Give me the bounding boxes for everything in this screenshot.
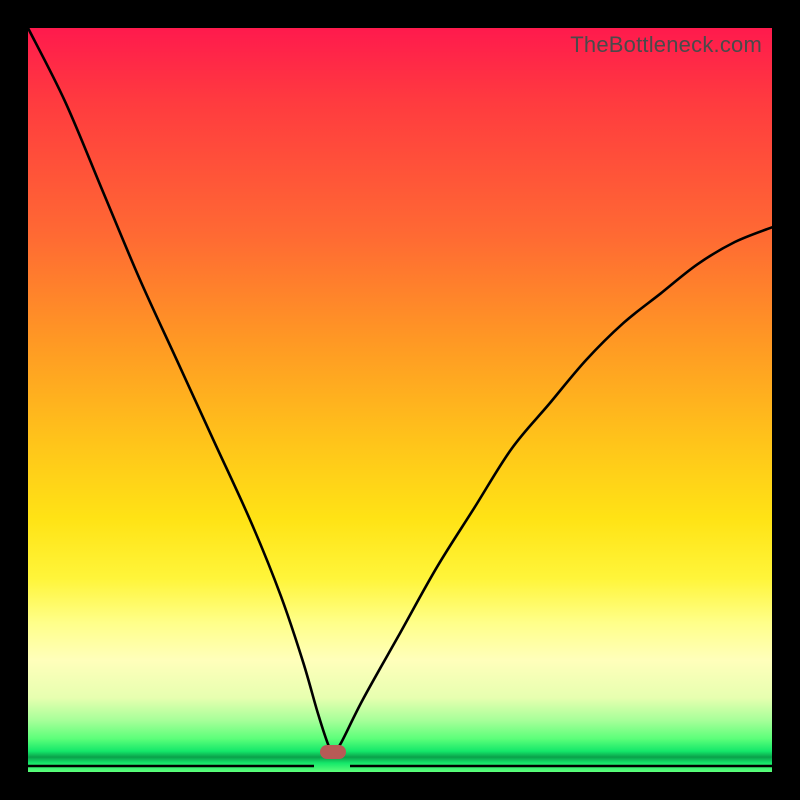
chart-frame: TheBottleneck.com [0,0,800,800]
optimum-marker [320,745,346,759]
chart-plot-area: TheBottleneck.com [28,28,772,772]
bottleneck-curve [28,28,772,772]
curve-path [28,28,772,752]
